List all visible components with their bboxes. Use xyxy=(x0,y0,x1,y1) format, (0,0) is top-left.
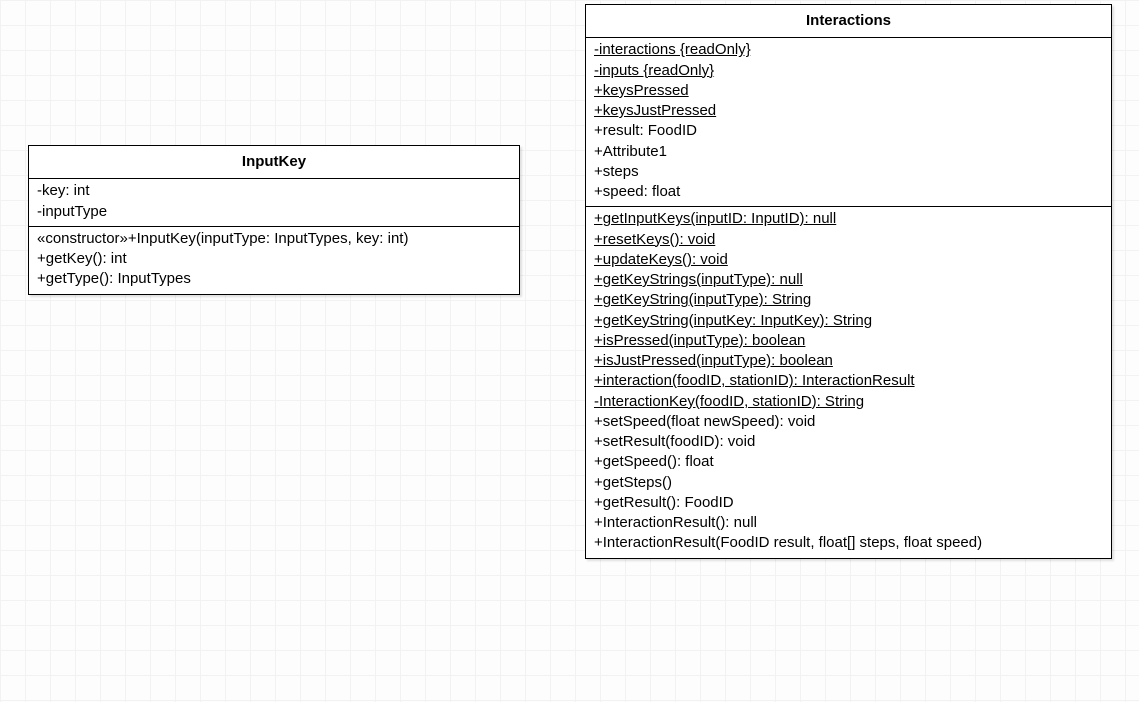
attribute: +steps xyxy=(594,162,1103,182)
attribute: -inputType xyxy=(37,202,511,222)
attribute-static: -inputs {readOnly} xyxy=(594,61,1103,81)
method-static: +interaction(foodID, stationID): Interac… xyxy=(594,371,1103,391)
method-static: +getKeyStrings(inputType): null xyxy=(594,270,1103,290)
method-static: +getKeyString(inputKey: InputKey): Strin… xyxy=(594,311,1103,331)
method: +setResult(foodID): void xyxy=(594,432,1103,452)
methods-section: +getInputKeys(inputID: InputID): null +r… xyxy=(586,206,1111,557)
attributes-section: -key: int -inputType xyxy=(29,179,519,226)
method-static: -InteractionKey(foodID, stationID): Stri… xyxy=(594,392,1103,412)
attribute-static: +keysPressed xyxy=(594,81,1103,101)
method: +InteractionResult(): null xyxy=(594,513,1103,533)
method-static: +isPressed(inputType): boolean xyxy=(594,331,1103,351)
attribute: +Attribute1 xyxy=(594,142,1103,162)
method-static: +updateKeys(): void xyxy=(594,250,1103,270)
methods-section: «constructor»+InputKey(inputType: InputT… xyxy=(29,226,519,294)
method: «constructor»+InputKey(inputType: InputT… xyxy=(37,229,511,249)
method: +getResult(): FoodID xyxy=(594,493,1103,513)
method: +getSteps() xyxy=(594,473,1103,493)
method: +InteractionResult(FoodID result, float[… xyxy=(594,533,1103,553)
method-static: +getInputKeys(inputID: InputID): null xyxy=(594,209,1103,229)
attribute: +result: FoodID xyxy=(594,121,1103,141)
attribute: +speed: float xyxy=(594,182,1103,202)
uml-class-inputkey[interactable]: InputKey -key: int -inputType «construct… xyxy=(28,145,520,295)
attributes-section: -interactions {readOnly} -inputs {readOn… xyxy=(586,38,1111,206)
method: +getKey(): int xyxy=(37,249,511,269)
uml-class-interactions[interactable]: Interactions -interactions {readOnly} -i… xyxy=(585,4,1112,559)
method-static: +resetKeys(): void xyxy=(594,230,1103,250)
method: +setSpeed(float newSpeed): void xyxy=(594,412,1103,432)
method: +getSpeed(): float xyxy=(594,452,1103,472)
attribute-static: -interactions {readOnly} xyxy=(594,40,1103,60)
class-name: Interactions xyxy=(586,5,1111,38)
method-static: +getKeyString(inputType): String xyxy=(594,290,1103,310)
method: +getType(): InputTypes xyxy=(37,269,511,289)
class-name: InputKey xyxy=(29,146,519,179)
attribute-static: +keysJustPressed xyxy=(594,101,1103,121)
attribute: -key: int xyxy=(37,181,511,201)
method-static: +isJustPressed(inputType): boolean xyxy=(594,351,1103,371)
